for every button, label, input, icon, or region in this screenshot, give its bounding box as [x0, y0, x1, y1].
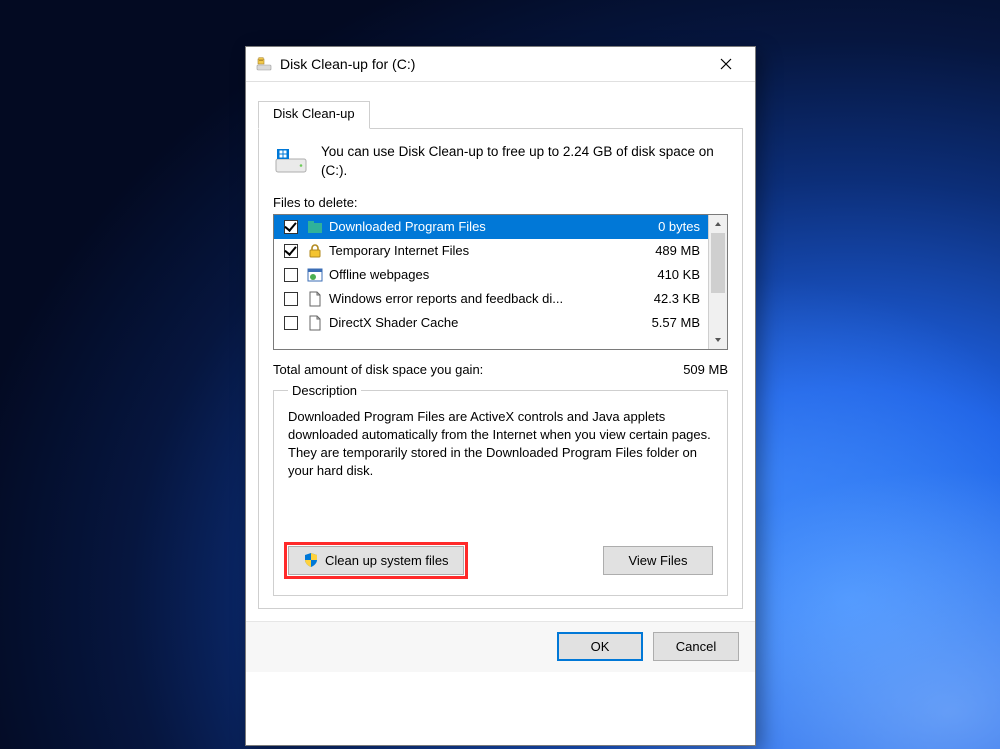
- file-checkbox[interactable]: [284, 268, 298, 282]
- shield-icon: [303, 552, 319, 568]
- file-type-icon: [307, 219, 323, 235]
- main-panel: You can use Disk Clean-up to free up to …: [258, 129, 743, 609]
- file-name: Downloaded Program Files: [329, 219, 624, 234]
- tab-disk-cleanup[interactable]: Disk Clean-up: [258, 101, 370, 129]
- scroll-thumb[interactable]: [711, 233, 725, 293]
- disk-cleanup-icon: [256, 56, 272, 72]
- file-row[interactable]: DirectX Shader Cache 5.57 MB: [274, 311, 708, 335]
- title-bar[interactable]: Disk Clean-up for (C:): [246, 47, 755, 82]
- description-group: Description Downloaded Program Files are…: [273, 383, 728, 596]
- file-name: DirectX Shader Cache: [329, 315, 624, 330]
- file-checkbox[interactable]: [284, 316, 298, 330]
- scroll-down-button[interactable]: [709, 331, 727, 349]
- clean-up-system-files-button[interactable]: Clean up system files: [288, 546, 464, 575]
- file-row[interactable]: Offline webpages 410 KB: [274, 263, 708, 287]
- total-label: Total amount of disk space you gain:: [273, 362, 483, 377]
- description-legend: Description: [288, 383, 361, 398]
- scroll-track[interactable]: [709, 293, 727, 331]
- file-row[interactable]: Temporary Internet Files 489 MB: [274, 239, 708, 263]
- info-text: You can use Disk Clean-up to free up to …: [321, 143, 728, 181]
- info-row: You can use Disk Clean-up to free up to …: [273, 143, 728, 181]
- view-files-button[interactable]: View Files: [603, 546, 713, 575]
- scroll-up-button[interactable]: [709, 215, 727, 233]
- file-size: 0 bytes: [630, 219, 700, 234]
- file-checkbox[interactable]: [284, 220, 298, 234]
- cancel-button[interactable]: Cancel: [653, 632, 739, 661]
- file-size: 5.57 MB: [630, 315, 700, 330]
- close-button[interactable]: [703, 49, 749, 79]
- files-to-delete-label: Files to delete:: [273, 195, 728, 210]
- disk-cleanup-dialog: Disk Clean-up for (C:) Disk Clean-up You…: [245, 46, 756, 746]
- file-size: 42.3 KB: [630, 291, 700, 306]
- file-size: 410 KB: [630, 267, 700, 282]
- file-checkbox[interactable]: [284, 292, 298, 306]
- dialog-footer: OK Cancel: [246, 621, 755, 672]
- file-name: Offline webpages: [329, 267, 624, 282]
- file-row[interactable]: Windows error reports and feedback di...…: [274, 287, 708, 311]
- tab-strip: Disk Clean-up: [258, 100, 743, 129]
- total-value: 509 MB: [683, 362, 728, 377]
- total-row: Total amount of disk space you gain: 509…: [273, 362, 728, 377]
- file-type-icon: [307, 291, 323, 307]
- file-type-icon: [307, 267, 323, 283]
- window-title: Disk Clean-up for (C:): [280, 56, 415, 72]
- file-type-icon: [307, 315, 323, 331]
- description-text: Downloaded Program Files are ActiveX con…: [288, 408, 713, 498]
- file-name: Temporary Internet Files: [329, 243, 624, 258]
- clean-up-system-files-label: Clean up system files: [325, 553, 449, 568]
- files-list: Downloaded Program Files 0 bytes Temporary…: [273, 214, 728, 350]
- file-name: Windows error reports and feedback di...: [329, 291, 624, 306]
- scrollbar[interactable]: [708, 215, 727, 349]
- drive-icon: [273, 143, 309, 179]
- file-size: 489 MB: [630, 243, 700, 258]
- description-buttons: Clean up system files View Files: [288, 546, 713, 575]
- file-type-icon: [307, 243, 323, 259]
- ok-button[interactable]: OK: [557, 632, 643, 661]
- file-row[interactable]: Downloaded Program Files 0 bytes: [274, 215, 708, 239]
- file-checkbox[interactable]: [284, 244, 298, 258]
